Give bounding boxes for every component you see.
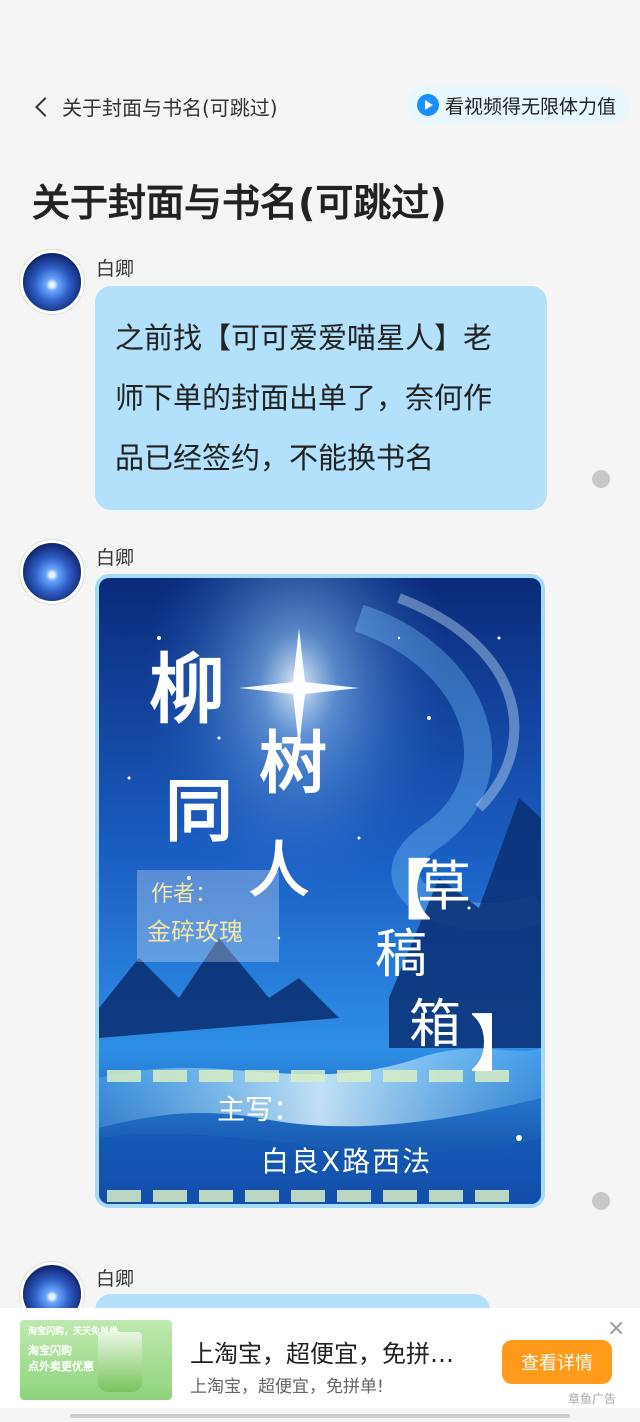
ad-thumb-line: 淘宝闪购 (28, 1344, 72, 1357)
close-icon[interactable]: × (607, 1316, 625, 1341)
play-icon (416, 94, 439, 116)
ad-source-tag: 章鱼广告 (568, 1392, 617, 1406)
cover-tag-char: 草 (417, 855, 471, 918)
cover-tag-close: 】 (471, 1010, 531, 1080)
message-line: 之前找【可可爱爱喵星人】老 (115, 321, 493, 355)
sender-name: 白卿 (96, 258, 135, 280)
message-bubble-image[interactable]: 柳 树 同 人 作者： 金碎玫瑰 【 草 稿 箱 】 主写： 白良X路西法 (95, 574, 545, 1208)
cover-tag-char: 稿 (375, 925, 428, 985)
ad-banner[interactable]: 淘宝闪购，天天免单券 淘宝闪购 点外卖更优惠 上淘宝，超便宜，免拼… 上淘宝，超… (0, 1308, 640, 1408)
ad-title[interactable]: 上淘宝，超便宜，免拼… (190, 1334, 480, 1369)
cover-tag-char: 箱 (409, 995, 462, 1055)
cover-lead-label: 主写： (217, 1093, 302, 1126)
chevron-left-icon (35, 96, 55, 117)
cover-lead-names: 白良X路西法 (261, 1145, 433, 1178)
read-status-dot (592, 470, 610, 488)
back-label: 关于封面与书名(可跳过) (62, 96, 278, 120)
page-title: 关于封面与书名(可跳过) (32, 181, 447, 225)
home-indicator (70, 1414, 570, 1418)
sender-name: 白卿 (96, 547, 135, 569)
top-bar: 关于封面与书名(可跳过) 看视频得无限体力值 (0, 82, 640, 128)
ad-subtitle: 上淘宝，超便宜，免拼单! (190, 1377, 384, 1397)
cover-title-char: 人 (249, 836, 309, 906)
ad-thumbnail[interactable]: 淘宝闪购，天天免单券 淘宝闪购 点外卖更优惠 (20, 1320, 172, 1400)
message-line: 品已经签约，不能换书名 (115, 441, 435, 475)
back-button[interactable]: 关于封面与书名(可跳过) (34, 92, 278, 121)
message-line: 师下单的封面出单了，奈何作 (115, 381, 493, 415)
read-status-dot (592, 1192, 610, 1210)
cover-title-char: 树 (259, 724, 328, 804)
ad-thumb-line: 点外卖更优惠 (28, 1360, 94, 1373)
drink-cup-icon (98, 1332, 142, 1392)
message-bubble-text[interactable]: 之前找【可可爱爱喵星人】老 师下单的封面出单了，奈何作 品已经签约，不能换书名 (95, 286, 547, 510)
cover-title-char: 同 (165, 772, 234, 852)
avatar[interactable] (20, 250, 84, 314)
cover-author-label: 作者： (151, 882, 218, 907)
watch-video-button[interactable]: 看视频得无限体力值 (406, 86, 630, 124)
cover-title-char: 柳 (149, 645, 225, 734)
ad-view-details-button[interactable]: 查看详情 (502, 1340, 612, 1384)
sender-name: 白卿 (96, 1268, 135, 1290)
watch-video-label: 看视频得无限体力值 (444, 95, 616, 118)
cover-author-name: 金碎玫瑰 (147, 918, 243, 946)
avatar[interactable] (20, 540, 84, 604)
book-cover-image[interactable]: 柳 树 同 人 作者： 金碎玫瑰 【 草 稿 箱 】 主写： 白良X路西法 (99, 578, 541, 1204)
